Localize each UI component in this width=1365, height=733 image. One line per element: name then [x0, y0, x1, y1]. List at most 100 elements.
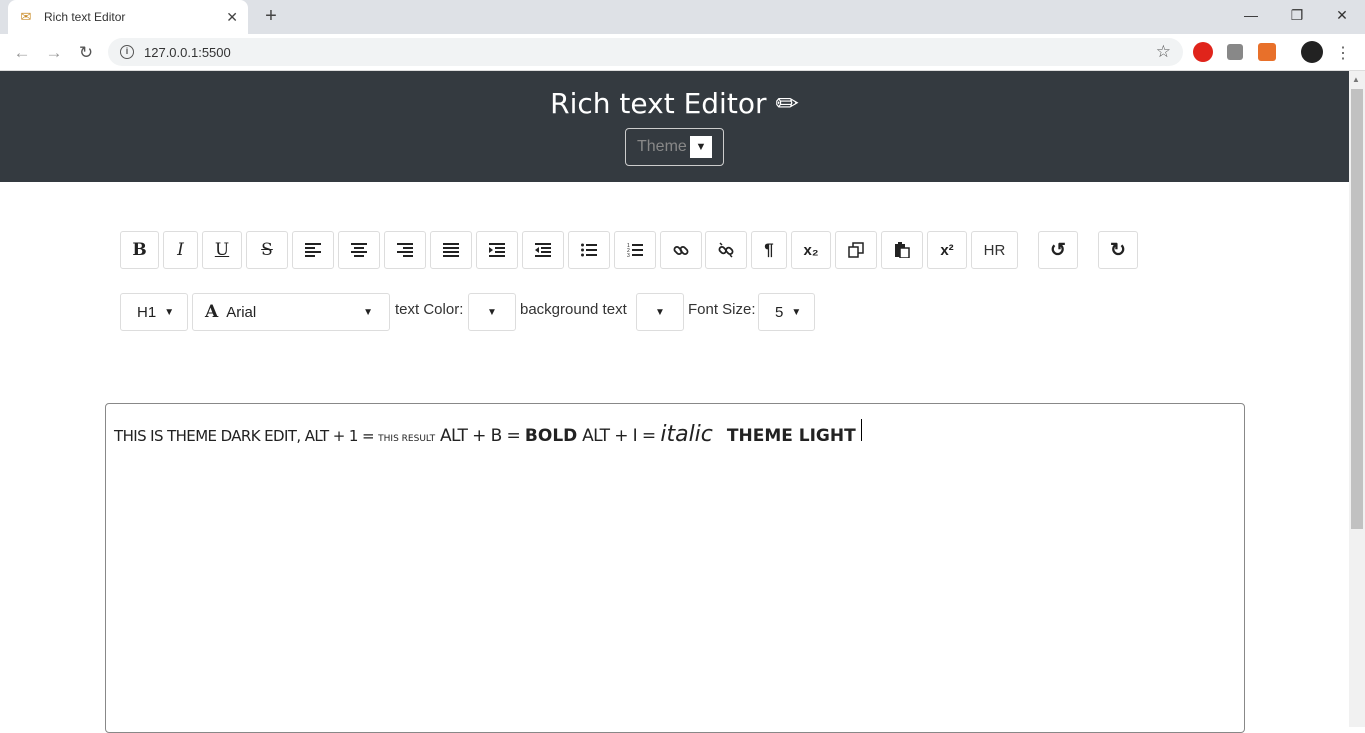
italic-icon: I	[177, 240, 184, 260]
paste-icon	[895, 242, 910, 258]
font-family-value: Arial	[226, 303, 257, 321]
tab-title: Rich text Editor	[44, 10, 126, 24]
redo-button[interactable]: ↻	[1098, 231, 1138, 269]
superscript-button[interactable]: x²	[927, 231, 967, 269]
editor-area[interactable]: THIS IS THEME DARK EDIT, ALT + 1 = THIS …	[105, 403, 1245, 733]
new-tab-button[interactable]: +	[260, 5, 282, 27]
italic-button[interactable]: I	[163, 231, 198, 269]
font-icon: A	[205, 302, 219, 322]
align-left-icon	[305, 243, 321, 257]
unlink-icon	[718, 242, 734, 258]
forward-icon[interactable]: →	[42, 41, 66, 65]
shield-extension-icon[interactable]	[1258, 43, 1276, 61]
justify-button[interactable]	[430, 231, 472, 269]
background-text-label: background text	[520, 301, 627, 318]
browser-tab[interactable]: ✉ Rich text Editor ✕	[8, 0, 248, 34]
chevron-down-icon: ▼	[791, 306, 802, 318]
subscript-button[interactable]: x₂	[791, 231, 831, 269]
strikethrough-icon: S	[261, 240, 273, 260]
svg-text:3: 3	[627, 253, 630, 258]
outdent-icon	[535, 243, 551, 257]
copy-icon	[848, 242, 864, 258]
browser-menu-icon[interactable]: ⋮	[1335, 43, 1351, 63]
close-window-icon[interactable]: ✕	[1319, 0, 1365, 32]
paste-button[interactable]	[881, 231, 923, 269]
url-input[interactable]: i 127.0.0.1:5500 ☆	[108, 38, 1183, 66]
chevron-down-icon: ▼	[164, 306, 175, 318]
link-icon	[673, 246, 689, 255]
subscript-icon: x₂	[803, 241, 819, 259]
unordered-list-button[interactable]	[568, 231, 610, 269]
scroll-up-icon[interactable]: ▲	[1352, 75, 1360, 84]
editor-text-segment: THIS IS THEME DARK EDIT, ALT + 1 =	[114, 427, 379, 445]
browser-tab-bar: ✉ Rich text Editor ✕ + — ❐ ✕	[0, 0, 1365, 34]
outdent-button[interactable]	[522, 231, 564, 269]
theme-select[interactable]: Theme ▼	[625, 128, 724, 166]
address-bar: ← → ↻ i 127.0.0.1:5500 ☆ ⋮	[0, 34, 1365, 71]
font-family-select[interactable]: A Arial ▼	[192, 293, 390, 331]
hr-label: HR	[983, 241, 1006, 259]
editor-small-text: THIS RESULT	[378, 434, 436, 444]
pencil-icon: ✏	[775, 87, 799, 120]
font-size-value: 5	[775, 303, 784, 321]
chevron-down-icon: ▼	[363, 306, 373, 318]
back-icon[interactable]: ←	[10, 41, 34, 65]
bullet-list-icon	[581, 243, 597, 257]
redo-icon: ↻	[1110, 239, 1126, 261]
text-color-select[interactable]: ▼	[468, 293, 516, 331]
heading-select-value: H1	[137, 303, 157, 321]
editor-content[interactable]: THIS IS THEME DARK EDIT, ALT + 1 = THIS …	[114, 419, 862, 447]
heading-select[interactable]: H1 ▼	[120, 293, 188, 331]
editor-italic-text: italic	[660, 422, 713, 447]
favicon-icon: ✉	[20, 9, 32, 24]
bold-button[interactable]: B	[120, 231, 159, 269]
editor-text-segment: ALT + I =	[577, 426, 661, 446]
opera-extension-icon[interactable]	[1193, 42, 1213, 62]
unlink-button[interactable]	[705, 231, 747, 269]
info-icon[interactable]: i	[120, 45, 134, 59]
chevron-down-icon: ▼	[690, 136, 712, 158]
align-justify-icon	[443, 243, 459, 257]
underline-button[interactable]: U	[202, 231, 242, 269]
bookmark-star-icon[interactable]: ☆	[1156, 42, 1171, 62]
eyedropper-extension-icon[interactable]	[1227, 44, 1243, 60]
page-title-text: Rich text Editor	[550, 87, 767, 120]
chevron-down-icon: ▼	[487, 306, 497, 318]
indent-button[interactable]	[476, 231, 518, 269]
editor-bold-text: THEME LIGHT	[726, 426, 856, 446]
font-size-select[interactable]: 5 ▼	[758, 293, 815, 331]
pilcrow-icon: ¶	[764, 240, 774, 259]
undo-icon: ↺	[1050, 239, 1066, 261]
superscript-icon: x²	[940, 241, 954, 259]
minimize-icon[interactable]: —	[1228, 0, 1274, 32]
underline-icon: U	[214, 240, 230, 260]
align-center-icon	[351, 243, 367, 257]
strikethrough-button[interactable]: S	[246, 231, 288, 269]
align-right-icon	[397, 243, 413, 257]
numbered-list-icon: 123	[627, 243, 643, 258]
page-title: Rich text Editor ✏	[0, 87, 1349, 120]
align-left-button[interactable]	[292, 231, 334, 269]
horizontal-rule-button[interactable]: HR	[971, 231, 1018, 269]
scrollbar-thumb[interactable]	[1351, 89, 1363, 529]
app-header: Rich text Editor ✏ Theme ▼	[0, 71, 1349, 182]
indent-icon	[489, 243, 505, 257]
restore-icon[interactable]: ❐	[1274, 0, 1320, 32]
font-size-label: Font Size:	[688, 301, 756, 318]
ordered-list-button[interactable]: 123	[614, 231, 656, 269]
paragraph-button[interactable]: ¶	[751, 231, 787, 269]
background-color-select[interactable]: ▼	[636, 293, 684, 331]
page-scrollbar[interactable]: ▲	[1349, 71, 1365, 727]
text-caret	[860, 419, 862, 441]
tab-close-icon[interactable]: ✕	[226, 9, 238, 26]
link-button[interactable]	[660, 231, 702, 269]
bold-icon: B	[132, 240, 147, 260]
reload-icon[interactable]: ↻	[74, 41, 98, 65]
undo-button[interactable]: ↺	[1038, 231, 1078, 269]
theme-select-label: Theme	[637, 138, 687, 155]
align-center-button[interactable]	[338, 231, 380, 269]
align-right-button[interactable]	[384, 231, 426, 269]
editor-bold-text: BOLD	[524, 426, 578, 446]
copy-button[interactable]	[835, 231, 877, 269]
profile-avatar[interactable]	[1301, 41, 1323, 63]
